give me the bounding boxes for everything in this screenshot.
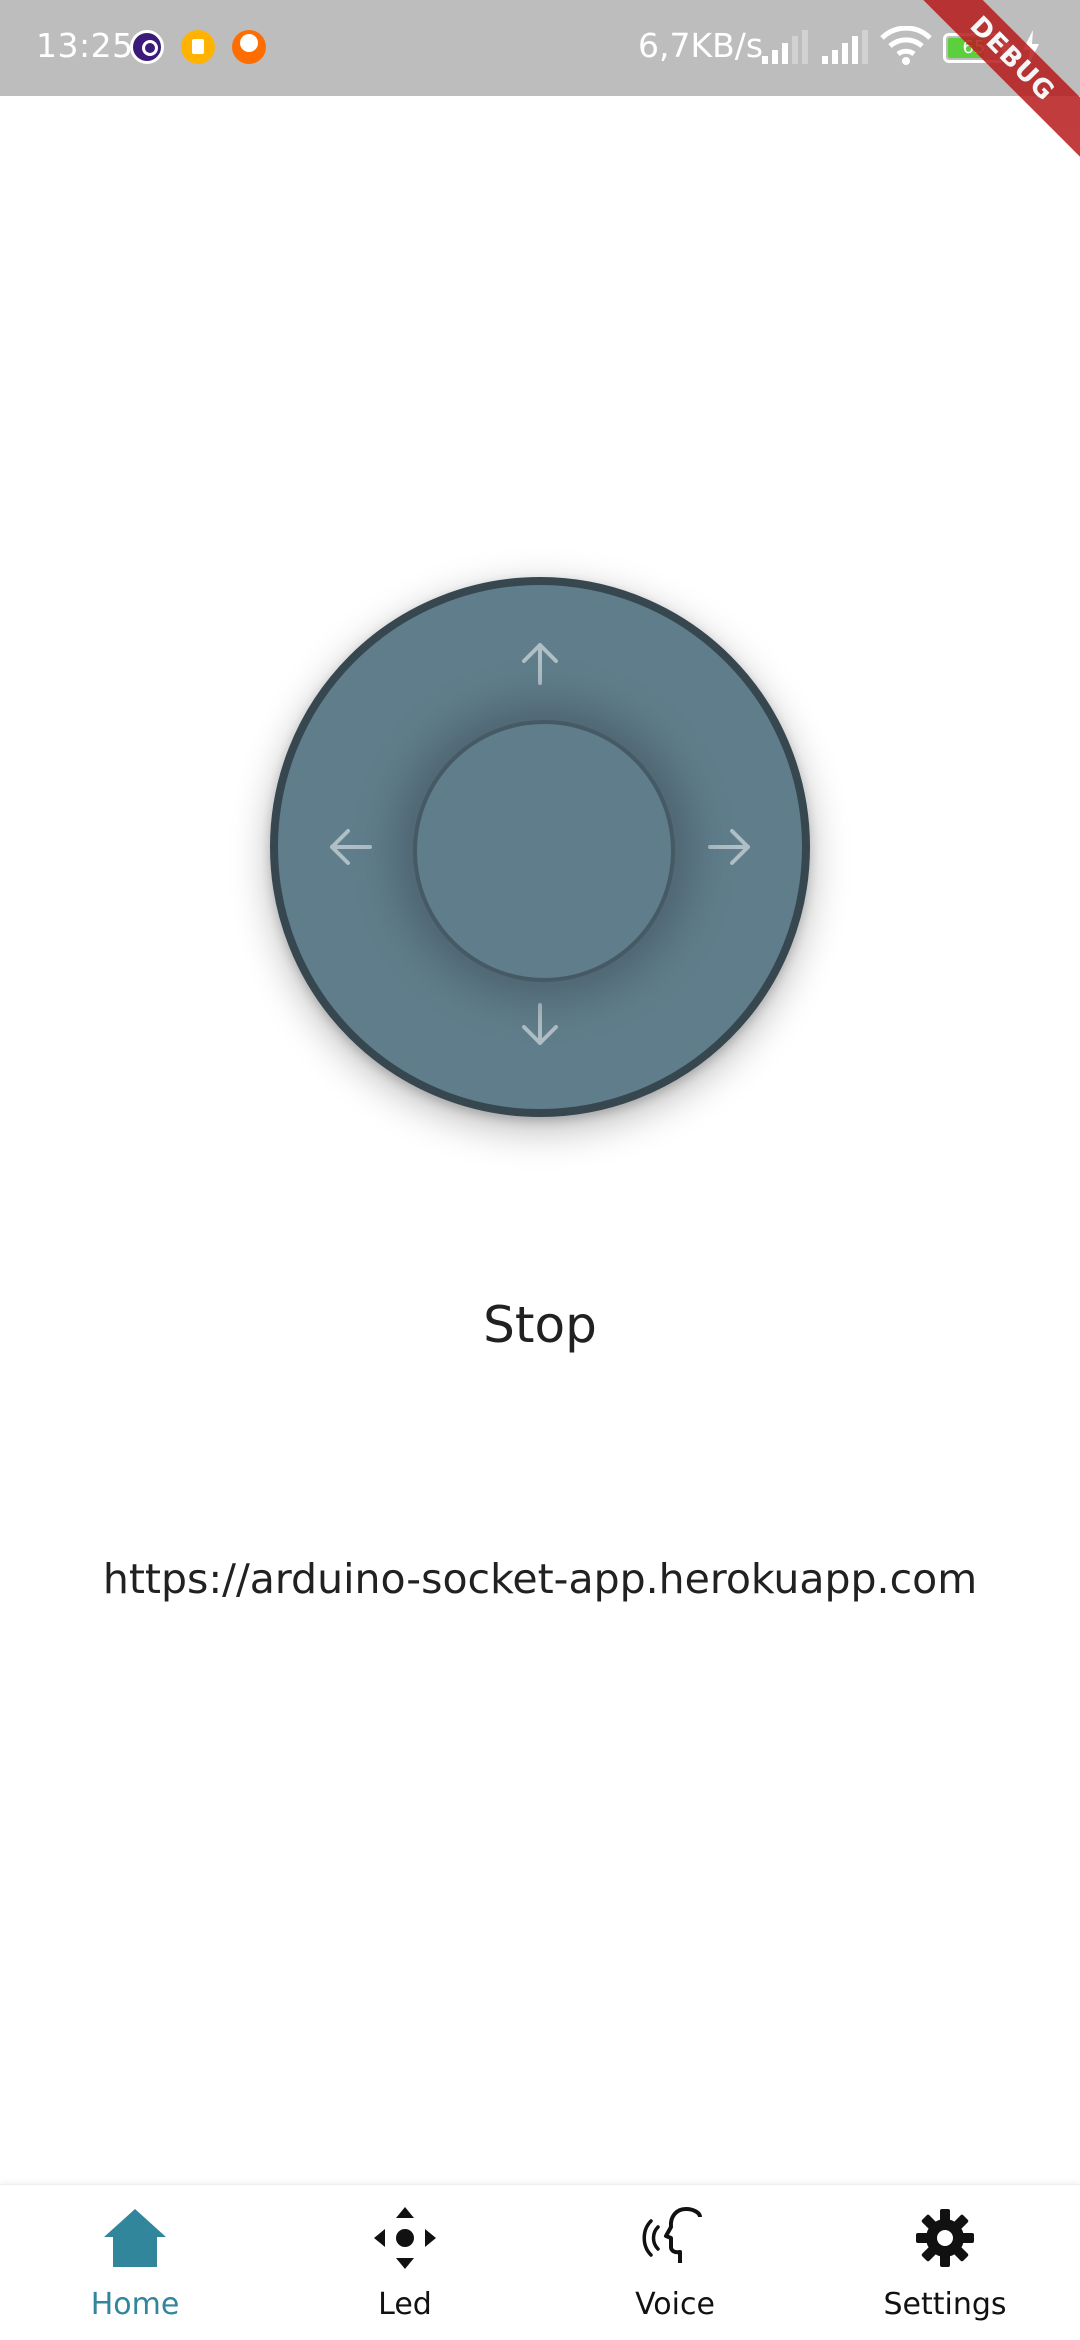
down-arrow-icon [522,1003,558,1045]
app-screen: 13:25 6,7KB/s 65 [0,0,1080,2340]
wifi-icon [880,26,932,65]
nav-item-led[interactable]: Led [270,2185,540,2340]
bottom-navigation: Home Led Voice Settings [0,2184,1080,2340]
nav-label-settings: Settings [883,2287,1007,2322]
notification-app-icon [130,30,164,64]
movement-status: Stop [483,1296,597,1354]
nav-item-home[interactable]: Home [0,2185,270,2340]
nav-item-settings[interactable]: Settings [810,2185,1080,2340]
network-speed: 6,7KB/s [638,26,764,65]
status-time: 13:25 [36,26,134,65]
nav-label-home: Home [90,2287,180,2322]
home-icon [104,2209,166,2267]
move-icon [374,2207,436,2269]
server-url: https://arduino-socket-app.herokuapp.com [102,1555,978,1603]
nav-item-voice[interactable]: Voice [540,2185,810,2340]
right-arrow-icon [708,829,750,865]
status-bar: 13:25 6,7KB/s 65 [0,0,1080,96]
gear-icon [916,2209,974,2267]
notification-avatar-icon [232,30,266,64]
nav-label-voice: Voice [635,2287,715,2322]
signal-strength-icon [822,30,868,64]
voice-icon [642,2207,702,2263]
left-arrow-icon [330,829,372,865]
notification-cup-icon [181,30,215,64]
nav-label-led: Led [378,2287,432,2322]
joystick-knob[interactable] [413,720,675,982]
up-arrow-icon [522,643,558,685]
joystick-pad[interactable] [270,577,810,1117]
signal-strength-icon [762,30,808,64]
